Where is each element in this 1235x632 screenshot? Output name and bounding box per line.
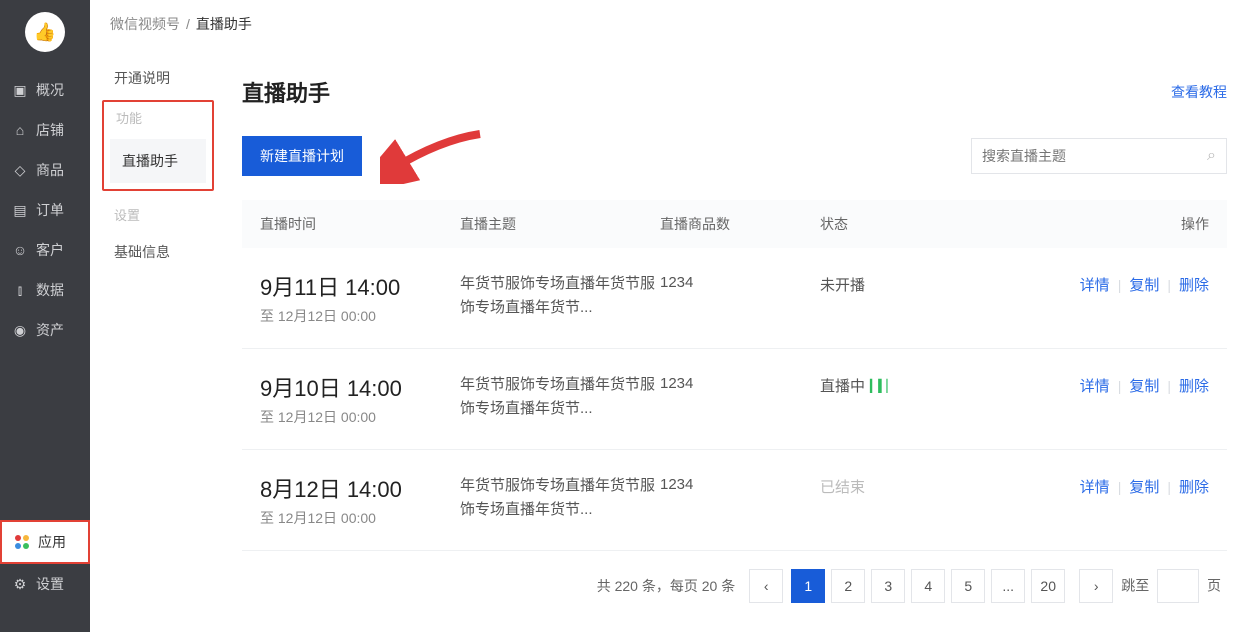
- side-menu-group-settings: 设置: [102, 199, 214, 230]
- pager-page[interactable]: 1: [791, 569, 825, 603]
- side-menu-item-live-helper[interactable]: 直播助手: [110, 139, 206, 183]
- action-delete[interactable]: 删除: [1179, 479, 1209, 496]
- th-action: 操作: [1010, 214, 1209, 234]
- side-menu-item-basic-info[interactable]: 基础信息: [102, 230, 214, 274]
- breadcrumb-sep: /: [186, 16, 190, 32]
- row-count: 1234: [660, 472, 820, 493]
- user-icon: ☺: [12, 242, 28, 258]
- row-count: 1234: [660, 371, 820, 392]
- row-status: 已结束: [820, 472, 1010, 497]
- left-nav: 👍 ▣概况 ⌂店铺 ◇商品 ▤订单 ☺客户 ⫾数据 ◉资产 应用 ⚙设置: [0, 0, 90, 632]
- row-actions: 详情|复制|删除: [1010, 270, 1209, 295]
- row-datetime-end: 至 12月12日 00:00: [260, 508, 460, 528]
- search-box[interactable]: ⌕: [971, 138, 1227, 174]
- action-delete[interactable]: 删除: [1179, 378, 1209, 395]
- row-status: 直播中▎▍▏: [820, 371, 1010, 396]
- table-row: 9月11日 14:00 至 12月12日 00:00年货节服饰专场直播年货节服饰专…: [242, 248, 1227, 349]
- pager-info: 共 220 条，每页 20 条: [597, 576, 736, 596]
- row-topic: 年货节服饰专场直播年货节服饰专场直播年货节...: [460, 270, 660, 320]
- view-tutorial-link[interactable]: 查看教程: [1171, 82, 1227, 102]
- side-menu: 开通说明 功能 直播助手 设置 基础信息: [102, 48, 214, 623]
- search-input[interactable]: [982, 148, 1207, 164]
- pager-prev[interactable]: ‹: [749, 569, 783, 603]
- nav-item-apps[interactable]: 应用: [0, 520, 90, 564]
- action-delete[interactable]: 删除: [1179, 277, 1209, 294]
- th-status: 状态: [820, 214, 1010, 234]
- table: 直播时间 直播主题 直播商品数 状态 操作 9月11日 14:00 至 12月12…: [242, 200, 1227, 551]
- th-topic: 直播主题: [460, 214, 660, 234]
- nav-item-goods[interactable]: ◇商品: [0, 150, 90, 190]
- th-time: 直播时间: [260, 214, 460, 234]
- pager-page[interactable]: 3: [871, 569, 905, 603]
- gear-icon: ⚙: [12, 576, 28, 592]
- action-detail[interactable]: 详情: [1080, 479, 1110, 496]
- nav-item-assets[interactable]: ◉资产: [0, 310, 90, 350]
- content: 直播助手 查看教程 新建直播计划: [214, 48, 1235, 623]
- pager-page[interactable]: 4: [911, 569, 945, 603]
- nav-item-overview[interactable]: ▣概况: [0, 70, 90, 110]
- nav-item-data[interactable]: ⫾数据: [0, 270, 90, 310]
- pager-jump: 跳至 页: [1121, 569, 1221, 603]
- pager-page[interactable]: 2: [831, 569, 865, 603]
- table-row: 8月12日 14:00 至 12月12日 00:00年货节服饰专场直播年货节服饰专…: [242, 450, 1227, 551]
- row-datetime: 8月12日 14:00: [260, 472, 460, 504]
- nav-item-settings[interactable]: ⚙设置: [0, 564, 90, 604]
- row-datetime-end: 至 12月12日 00:00: [260, 407, 460, 427]
- breadcrumb-current: 直播助手: [196, 14, 252, 34]
- th-count: 直播商品数: [660, 214, 820, 234]
- table-header: 直播时间 直播主题 直播商品数 状态 操作: [242, 200, 1227, 248]
- pager: 共 220 条，每页 20 条 ‹ 12345...20 › 跳至 页: [242, 551, 1227, 603]
- coin-icon: ◉: [12, 322, 28, 338]
- apps-icon: [14, 534, 30, 550]
- tv-icon: ▣: [12, 82, 28, 98]
- table-row: 9月10日 14:00 至 12月12日 00:00年货节服饰专场直播年货节服饰专…: [242, 349, 1227, 450]
- action-copy[interactable]: 复制: [1129, 378, 1159, 395]
- pager-page[interactable]: 5: [951, 569, 985, 603]
- pager-jump-input[interactable]: [1157, 569, 1199, 603]
- action-copy[interactable]: 复制: [1129, 277, 1159, 294]
- side-menu-section-open[interactable]: 开通说明: [102, 68, 214, 100]
- nav-item-orders[interactable]: ▤订单: [0, 190, 90, 230]
- row-topic: 年货节服饰专场直播年货节服饰专场直播年货节...: [460, 371, 660, 421]
- pager-next[interactable]: ›: [1079, 569, 1113, 603]
- pager-page: ...: [991, 569, 1025, 603]
- search-icon: ⌕: [1207, 147, 1216, 165]
- row-count: 1234: [660, 270, 820, 291]
- breadcrumb: 微信视频号 / 直播助手: [90, 0, 1235, 48]
- row-actions: 详情|复制|删除: [1010, 371, 1209, 396]
- row-topic: 年货节服饰专场直播年货节服饰专场直播年货节...: [460, 472, 660, 522]
- nav-item-shop[interactable]: ⌂店铺: [0, 110, 90, 150]
- annotation-box-live-helper: 功能 直播助手: [102, 100, 214, 191]
- row-datetime: 9月10日 14:00: [260, 371, 460, 403]
- action-detail[interactable]: 详情: [1080, 277, 1110, 294]
- list-icon: ▤: [12, 202, 28, 218]
- row-actions: 详情|复制|删除: [1010, 472, 1209, 497]
- breadcrumb-root[interactable]: 微信视频号: [110, 14, 180, 34]
- action-copy[interactable]: 复制: [1129, 479, 1159, 496]
- pager-page[interactable]: 20: [1031, 569, 1065, 603]
- row-datetime-end: 至 12月12日 00:00: [260, 306, 460, 326]
- tag-icon: ◇: [12, 162, 28, 178]
- row-status: 未开播: [820, 270, 1010, 295]
- page-title: 直播助手: [242, 76, 330, 108]
- logo: 👍: [25, 12, 65, 52]
- row-datetime: 9月11日 14:00: [260, 270, 460, 302]
- chart-icon: ⫾: [12, 282, 28, 298]
- shop-icon: ⌂: [12, 122, 28, 138]
- side-menu-group-func: 功能: [104, 102, 212, 133]
- action-detail[interactable]: 详情: [1080, 378, 1110, 395]
- new-live-plan-button[interactable]: 新建直播计划: [242, 136, 362, 176]
- live-indicator-icon: ▎▍▏: [870, 379, 895, 393]
- nav-item-customers[interactable]: ☺客户: [0, 230, 90, 270]
